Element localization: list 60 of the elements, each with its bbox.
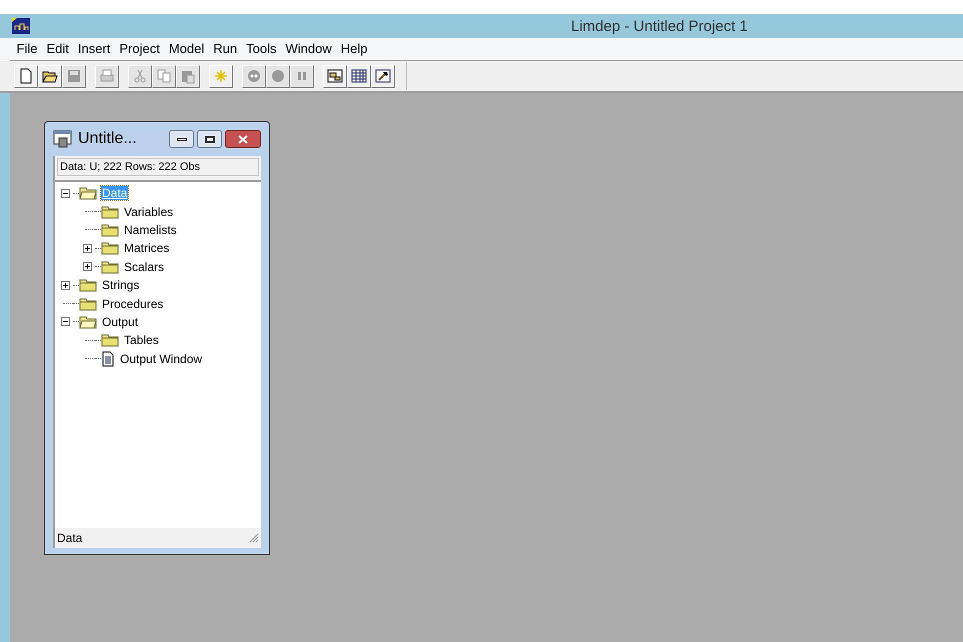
- sparkle-icon: [213, 68, 229, 84]
- minimize-button[interactable]: [169, 130, 194, 148]
- folder-icon: [79, 186, 97, 200]
- project-icon: [327, 68, 343, 84]
- folder-icon: [101, 241, 119, 256]
- folder-icon: [101, 333, 119, 348]
- expand-icon[interactable]: [60, 280, 70, 290]
- menu-item[interactable]: Help: [336, 39, 372, 59]
- tree-item[interactable]: Scalars: [123, 260, 166, 274]
- tree-item[interactable]: Namelists: [123, 222, 178, 237]
- menu-item[interactable]: File: [12, 39, 42, 59]
- maximize-button[interactable]: [197, 130, 222, 148]
- toolbar-button[interactable]: [371, 64, 395, 88]
- copy-icon: [156, 68, 172, 84]
- close-icon: [238, 134, 248, 144]
- tree-item[interactable]: Strings: [101, 278, 140, 292]
- expand-icon[interactable]: [82, 244, 92, 253]
- tree-item[interactable]: Matrices: [123, 241, 170, 256]
- clipboard-icon: [180, 68, 196, 84]
- menu-item[interactable]: Insert: [73, 39, 115, 59]
- stop-icon: [270, 68, 286, 84]
- menu-item[interactable]: Run: [208, 39, 242, 59]
- record-icon: [246, 68, 262, 84]
- window-title: Untitle...: [78, 129, 137, 149]
- menu-item[interactable]: Edit: [42, 39, 74, 59]
- folder-icon: [101, 260, 119, 274]
- tree-item[interactable]: Output Window: [119, 352, 204, 366]
- expand-icon[interactable]: [82, 262, 92, 272]
- printer-icon: [99, 68, 115, 84]
- menu-item[interactable]: Model: [164, 39, 209, 59]
- resize-grip-icon[interactable]: [249, 533, 259, 543]
- folder-icon: [79, 296, 97, 311]
- folder-icon: [79, 314, 97, 329]
- info-field: Data: U; 222 Rows: 222 Obs: [57, 158, 259, 176]
- app-icon[interactable]: [12, 18, 30, 34]
- folder-icon: [101, 204, 119, 219]
- window-icon[interactable]: [53, 130, 73, 148]
- toolbar-button[interactable]: [14, 64, 38, 88]
- toolbar-button[interactable]: [347, 64, 371, 88]
- folder-icon: [79, 278, 97, 292]
- window-title: Limdep - Untitled Project 1: [571, 17, 748, 37]
- close-button[interactable]: [225, 130, 261, 148]
- scissors-icon: [132, 68, 148, 84]
- menu-item[interactable]: Window: [280, 39, 336, 59]
- tree-item[interactable]: Procedures: [101, 296, 164, 311]
- tree-item[interactable]: Tables: [123, 333, 160, 348]
- document-icon: [101, 350, 115, 367]
- tree-item[interactable]: Variables: [123, 204, 174, 219]
- collapse-icon[interactable]: [60, 317, 70, 326]
- folder-icon: [101, 222, 119, 237]
- menu-item[interactable]: Project: [114, 39, 164, 59]
- page-icon: [18, 68, 34, 84]
- grid-icon: [351, 68, 367, 84]
- menu-item[interactable]: Tools: [242, 39, 281, 59]
- toolbar-button[interactable]: [38, 64, 62, 88]
- hammer-icon: [375, 68, 391, 84]
- toolbar-button[interactable]: [323, 64, 347, 88]
- collapse-icon[interactable]: [60, 188, 70, 198]
- tree-item[interactable]: Output: [101, 314, 140, 329]
- status-text: Data: [57, 530, 82, 547]
